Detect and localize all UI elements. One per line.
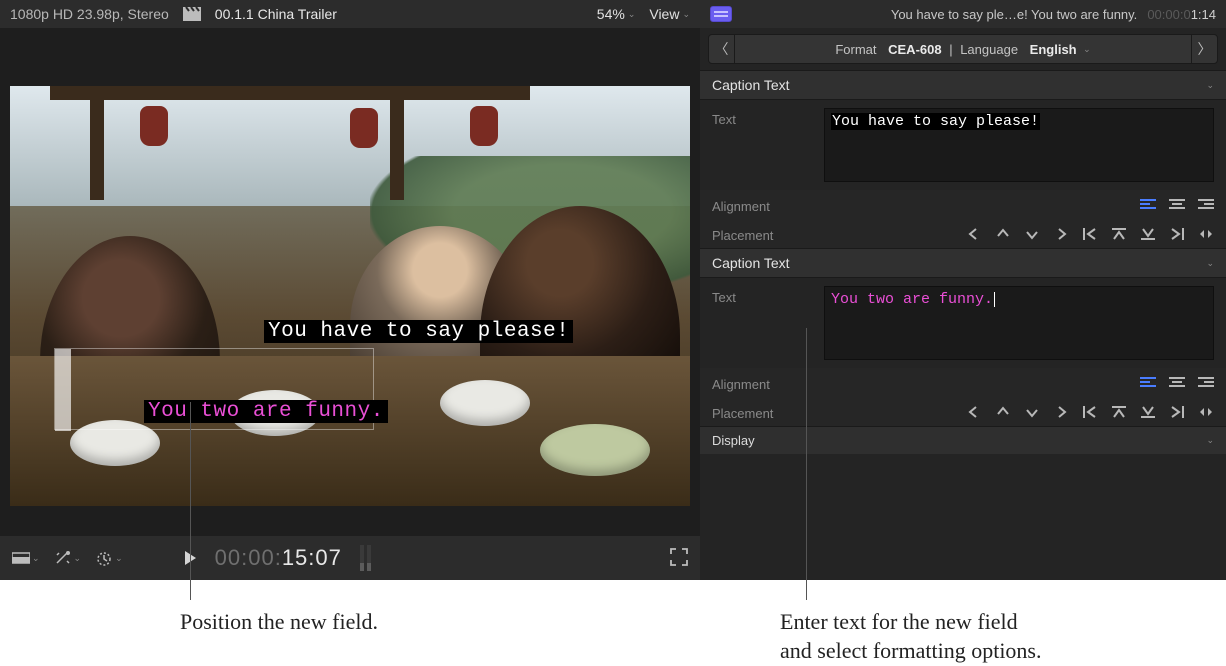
- alignment-label: Alignment: [712, 195, 812, 214]
- placement-label: Placement: [712, 402, 812, 421]
- clapperboard-icon[interactable]: [183, 7, 201, 21]
- nudge-up-icon[interactable]: [994, 405, 1011, 419]
- inspector-top-bar: You have to say ple…e! You two are funny…: [700, 0, 1226, 28]
- effects-tool-menu[interactable]: ⌄: [54, 550, 82, 566]
- video-frame[interactable]: You have to say please! You two are funn…: [10, 86, 690, 506]
- clip-title: 00.1.1 China Trailer: [215, 6, 337, 22]
- caption-text-section-header-2[interactable]: Caption Text ⌄: [700, 248, 1226, 278]
- text-label: Text: [712, 286, 812, 305]
- inspector-duration: 00:00:01:14: [1147, 7, 1216, 22]
- audio-meters: [360, 545, 371, 571]
- view-menu[interactable]: View⌄: [649, 6, 690, 22]
- nudge-down-icon[interactable]: [1023, 405, 1040, 419]
- placement-row: Placement: [700, 219, 1226, 248]
- callout-enter-text: Enter text for the new field and select …: [780, 608, 1210, 665]
- chevron-down-icon: ⌄: [115, 553, 123, 564]
- chevron-down-icon: ⌄: [682, 9, 690, 20]
- chevron-down-icon: ⌄: [74, 553, 82, 564]
- align-right-edge-icon[interactable]: [1168, 405, 1185, 419]
- transport-bar: ⌄ ⌄ ⌄ 00:00:15:07: [0, 536, 700, 580]
- format-language-menu[interactable]: Format CEA-608 | Language English ⌄: [735, 35, 1191, 63]
- alignment-row: Alignment: [700, 190, 1226, 219]
- placement-label: Placement: [712, 224, 812, 243]
- next-caption-button[interactable]: 〉: [1191, 35, 1217, 63]
- chevron-down-icon: ⌄: [32, 553, 40, 564]
- align-bottom-edge-icon[interactable]: [1139, 405, 1156, 419]
- format-info: 1080p HD 23.98p, Stereo: [10, 6, 169, 22]
- caption-overlay-2[interactable]: You two are funny.: [144, 400, 388, 423]
- text-cursor: [994, 292, 995, 307]
- text-label: Text: [712, 108, 812, 127]
- align-bottom-edge-icon[interactable]: [1139, 227, 1156, 241]
- placement-row-2: Placement: [700, 397, 1226, 426]
- caption-text-row: Text You have to say please!: [700, 100, 1226, 190]
- caption-text-row-2: Text You two are funny.: [700, 278, 1226, 368]
- inspector-pane: You have to say ple…e! You two are funny…: [700, 0, 1226, 580]
- align-top-edge-icon[interactable]: [1110, 405, 1127, 419]
- chevron-down-icon: ⌄: [628, 9, 636, 20]
- chevron-down-icon: ⌄: [1206, 80, 1214, 91]
- align-left-edge-icon[interactable]: [1081, 405, 1098, 419]
- align-center-icon[interactable]: [1168, 376, 1185, 390]
- align-right-edge-icon[interactable]: [1168, 227, 1185, 241]
- nudge-left-icon[interactable]: [965, 405, 982, 419]
- caption-format-bar: 〈 Format CEA-608 | Language English ⌄ 〉: [708, 34, 1218, 64]
- caption-text-input-1[interactable]: You have to say please!: [824, 108, 1214, 182]
- align-left-icon[interactable]: [1139, 198, 1156, 212]
- alignment-row-2: Alignment: [700, 368, 1226, 397]
- clip-appearance-menu[interactable]: ⌄: [12, 551, 40, 565]
- align-right-icon[interactable]: [1197, 376, 1214, 390]
- align-left-edge-icon[interactable]: [1081, 227, 1098, 241]
- nudge-right-icon[interactable]: [1052, 405, 1069, 419]
- nudge-up-icon[interactable]: [994, 227, 1011, 241]
- align-right-icon[interactable]: [1197, 198, 1214, 212]
- nudge-right-icon[interactable]: [1052, 227, 1069, 241]
- chevron-down-icon: ⌄: [1206, 435, 1214, 446]
- chevron-down-icon: ⌄: [1081, 44, 1091, 55]
- alignment-label: Alignment: [712, 373, 812, 392]
- viewer-top-bar: 1080p HD 23.98p, Stereo 00.1.1 China Tra…: [0, 0, 700, 28]
- zoom-menu[interactable]: 54%⌄: [597, 6, 636, 22]
- display-section-header[interactable]: Display ⌄: [700, 426, 1226, 454]
- playhead-timecode[interactable]: 00:00:15:07: [215, 545, 342, 571]
- inspector-title: You have to say ple…e! You two are funny…: [742, 7, 1137, 22]
- viewer-pane: 1080p HD 23.98p, Stereo 00.1.1 China Tra…: [0, 0, 700, 580]
- align-center-icon[interactable]: [1168, 198, 1185, 212]
- caption-resize-handle[interactable]: [55, 349, 71, 431]
- chevron-down-icon: ⌄: [1206, 258, 1214, 269]
- center-horizontal-icon[interactable]: [1197, 405, 1214, 419]
- caption-text-input-2[interactable]: You two are funny.: [824, 286, 1214, 360]
- callout-position-field: Position the new field.: [180, 608, 378, 637]
- retime-menu[interactable]: ⌄: [95, 550, 123, 566]
- caption-overlay-1[interactable]: You have to say please!: [264, 320, 573, 343]
- caption-inspector-icon[interactable]: [710, 6, 732, 22]
- nudge-left-icon[interactable]: [965, 227, 982, 241]
- align-left-icon[interactable]: [1139, 376, 1156, 390]
- center-horizontal-icon[interactable]: [1197, 227, 1214, 241]
- align-top-edge-icon[interactable]: [1110, 227, 1127, 241]
- prev-caption-button[interactable]: 〈: [709, 35, 735, 63]
- fullscreen-button[interactable]: [670, 548, 688, 569]
- nudge-down-icon[interactable]: [1023, 227, 1040, 241]
- caption-text-section-header[interactable]: Caption Text ⌄: [700, 70, 1226, 100]
